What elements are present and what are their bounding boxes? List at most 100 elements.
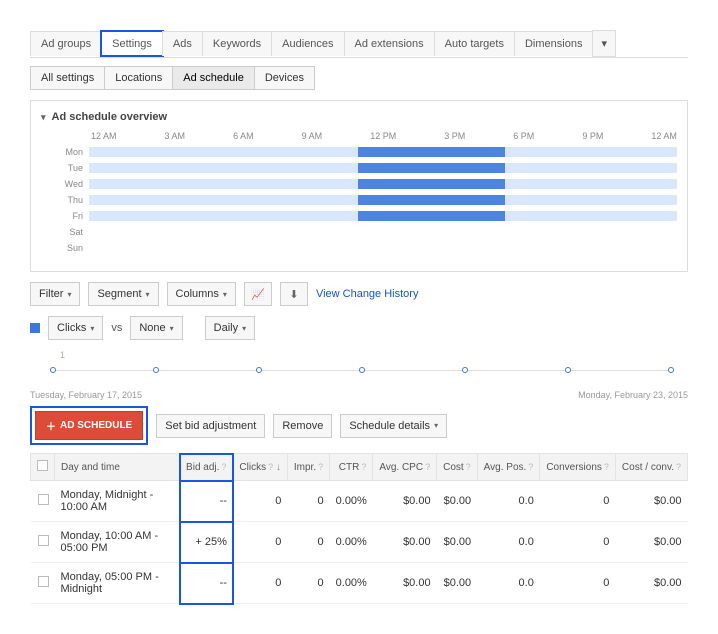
help-icon[interactable]: ? — [425, 462, 430, 472]
tab-keywords[interactable]: Keywords — [202, 31, 272, 56]
schedule-row: Fri — [41, 209, 677, 223]
col-day-time[interactable]: Day and time — [55, 454, 180, 481]
col-impr[interactable]: Impr.? — [287, 454, 329, 481]
tab-ads[interactable]: Ads — [162, 31, 203, 56]
chart-toggle-button[interactable]: 📈 — [244, 282, 272, 306]
panel-title-text: Ad schedule overview — [52, 111, 168, 123]
schedule-bar[interactable] — [89, 211, 677, 221]
schedule-row: Thu — [41, 193, 677, 207]
tab-audiences[interactable]: Audiences — [271, 31, 344, 56]
col-avg-cpc[interactable]: Avg. CPC? — [373, 454, 437, 481]
cell-impr: 0 — [287, 481, 329, 522]
table-row: Monday, 05:00 PM - Midnight--000.00%$0.0… — [31, 563, 688, 604]
schedule-row: Mon — [41, 145, 677, 159]
axis-label: 3 AM — [165, 131, 186, 141]
panel-title[interactable]: ▾ Ad schedule overview — [41, 111, 677, 123]
cell-bid-adj: + 25% — [180, 522, 233, 563]
col-bid-adj[interactable]: Bid adj.? — [180, 454, 233, 481]
help-icon[interactable]: ? — [318, 462, 323, 472]
cell-conv: 0 — [540, 522, 616, 563]
timeline-point[interactable] — [153, 367, 159, 373]
col-clicks[interactable]: Clicks? ↓ — [233, 454, 287, 481]
schedule-bar[interactable] — [89, 227, 677, 237]
timeline-point[interactable] — [462, 367, 468, 373]
chevron-down-icon: ▾ — [67, 290, 71, 299]
cell-clicks: 0 — [233, 563, 287, 604]
help-icon[interactable]: ? — [604, 462, 609, 472]
axis-label: 3 PM — [444, 131, 465, 141]
tab-dimensions[interactable]: Dimensions — [514, 31, 593, 56]
help-icon[interactable]: ? — [466, 462, 471, 472]
timeline-point[interactable] — [359, 367, 365, 373]
subtab-ad-schedule[interactable]: Ad schedule — [172, 66, 255, 90]
set-bid-button[interactable]: Set bid adjustment — [156, 414, 265, 438]
cell-ctr: 0.00% — [330, 522, 373, 563]
help-icon[interactable]: ? — [528, 462, 533, 472]
schedule-bar[interactable] — [89, 147, 677, 157]
schedule-row: Wed — [41, 177, 677, 191]
granularity-button[interactable]: Daily▾ — [205, 316, 255, 340]
segment-button[interactable]: Segment▾ — [88, 282, 158, 306]
subtab-all-settings[interactable]: All settings — [30, 66, 105, 90]
col-cost-conv[interactable]: Cost / conv.? — [615, 454, 687, 481]
schedule-overview-panel: ▾ Ad schedule overview 12 AM 3 AM 6 AM 9… — [30, 100, 688, 272]
subtab-locations[interactable]: Locations — [104, 66, 173, 90]
help-icon[interactable]: ? — [361, 462, 366, 472]
metric1-button[interactable]: Clicks▾ — [48, 316, 103, 340]
toolbar-filters: Filter▾ Segment▾ Columns▾ 📈 ⬇ View Chang… — [30, 282, 688, 306]
col-cost[interactable]: Cost? — [437, 454, 478, 481]
schedule-bar[interactable] — [89, 243, 677, 253]
cell-costconv: $0.00 — [615, 481, 687, 522]
schedule-fill — [358, 147, 505, 157]
view-change-history-link[interactable]: View Change History — [316, 288, 419, 300]
tab-ad-extensions[interactable]: Ad extensions — [344, 31, 435, 56]
timeline-scale: 1 — [60, 350, 65, 360]
row-checkbox[interactable] — [38, 576, 49, 587]
axis-label: 9 PM — [582, 131, 603, 141]
timeline-point[interactable] — [565, 367, 571, 373]
row-checkbox[interactable] — [38, 535, 49, 546]
metric2-button[interactable]: None▾ — [130, 316, 182, 340]
timeline-point[interactable] — [668, 367, 674, 373]
schedule-details-button[interactable]: Schedule details▾ — [340, 414, 447, 438]
timeline-point[interactable] — [50, 367, 56, 373]
select-all-checkbox[interactable] — [37, 460, 48, 471]
col-avg-pos[interactable]: Avg. Pos.? — [477, 454, 540, 481]
col-conversions[interactable]: Conversions? — [540, 454, 616, 481]
help-icon[interactable]: ? — [268, 462, 273, 472]
schedule-bar[interactable] — [89, 179, 677, 189]
remove-button[interactable]: Remove — [273, 414, 332, 438]
help-icon[interactable]: ? — [221, 462, 226, 472]
schedule-row: Sun — [41, 241, 677, 255]
columns-button[interactable]: Columns▾ — [167, 282, 236, 306]
more-tabs-button[interactable]: ▾ — [592, 30, 616, 57]
timeline-point[interactable] — [256, 367, 262, 373]
col-ctr[interactable]: CTR? — [330, 454, 373, 481]
chevron-down-icon: ▾ — [242, 324, 246, 333]
tab-settings[interactable]: Settings — [101, 31, 163, 56]
timeline-date-labels: Tuesday, February 17, 2015 Monday, Febru… — [30, 390, 688, 400]
day-label: Fri — [41, 211, 89, 221]
subtab-devices[interactable]: Devices — [254, 66, 315, 90]
chevron-down-icon: ▾ — [90, 324, 94, 333]
schedule-bar[interactable] — [89, 195, 677, 205]
download-button[interactable]: ⬇ — [280, 282, 308, 306]
tab-auto-targets[interactable]: Auto targets — [434, 31, 515, 56]
cell-cost: $0.00 — [437, 481, 478, 522]
schedule-fill — [358, 179, 505, 189]
cell-cpc: $0.00 — [373, 563, 437, 604]
cell-conv: 0 — [540, 563, 616, 604]
help-icon[interactable]: ? — [676, 462, 681, 472]
chevron-down-icon: ▾ — [146, 290, 150, 299]
schedule-grid: MonTueWedThuFriSatSun — [41, 145, 677, 255]
schedule-bar[interactable] — [89, 163, 677, 173]
main-tabs: Ad groups Settings Ads Keywords Audience… — [30, 30, 688, 58]
cell-ctr: 0.00% — [330, 481, 373, 522]
tab-ad-groups[interactable]: Ad groups — [30, 31, 102, 56]
cell-cost: $0.00 — [437, 563, 478, 604]
day-label: Sun — [41, 243, 89, 253]
day-label: Tue — [41, 163, 89, 173]
add-schedule-label: AD SCHEDULE — [60, 420, 132, 431]
filter-button[interactable]: Filter▾ — [30, 282, 80, 306]
add-schedule-button[interactable]: ＋ AD SCHEDULE — [35, 411, 143, 440]
